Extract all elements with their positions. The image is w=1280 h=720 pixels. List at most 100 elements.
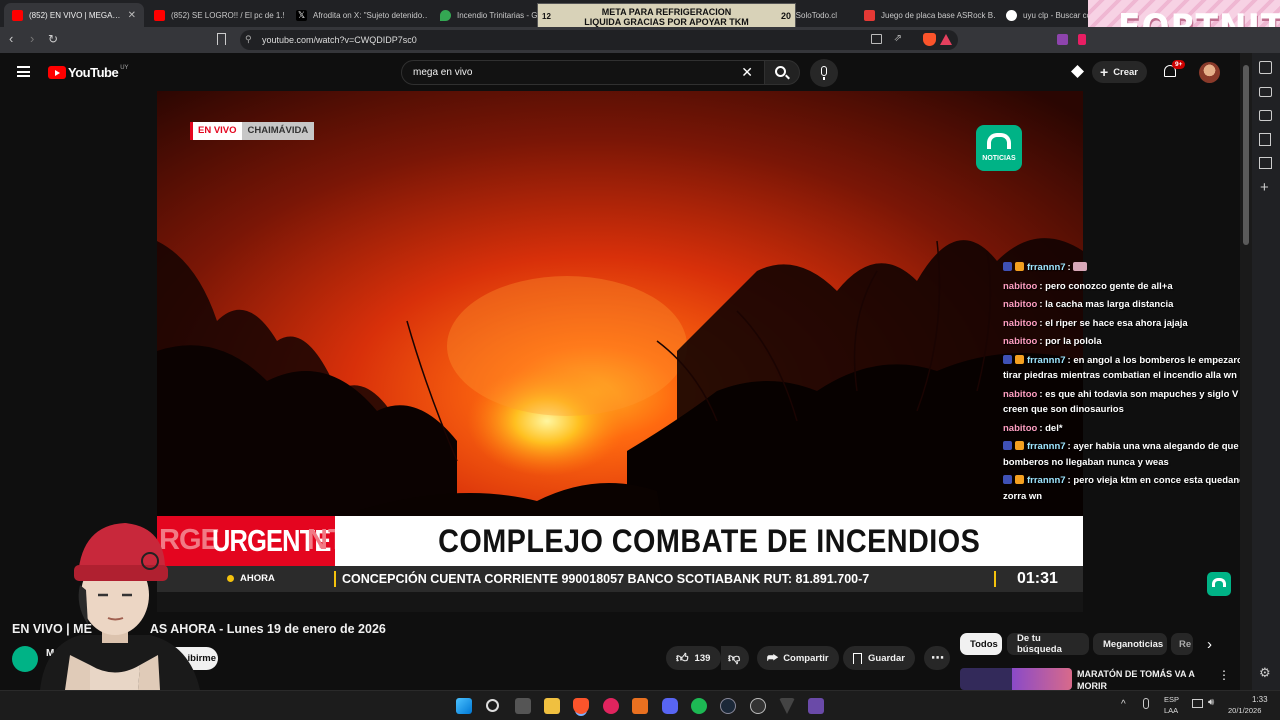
chat-text: del* xyxy=(1045,422,1063,434)
more-actions-button[interactable]: ⋯ xyxy=(924,646,950,670)
start-menu-icon[interactable] xyxy=(456,698,472,714)
discord-icon[interactable] xyxy=(662,698,678,714)
steam-icon[interactable] xyxy=(720,698,736,714)
chat-username: frrannn7 xyxy=(1027,475,1066,486)
menu-icon[interactable] xyxy=(17,66,30,77)
tab-title: (852) EN VIVO | MEGA… xyxy=(29,10,121,20)
chip-from-search[interactable]: De tu búsqueda xyxy=(1007,633,1089,655)
share-button[interactable]: ⮫ Compartir xyxy=(757,646,839,670)
search-input[interactable]: mega en vivo ✕ xyxy=(401,60,765,85)
donation-goal-overlay: 12 META PARA REFRIGERACION LIQUIDA GRACI… xyxy=(537,3,796,29)
search-button[interactable] xyxy=(764,60,800,85)
sidebar-leo-icon[interactable] xyxy=(1259,61,1272,74)
chat-message: nabitoo: pero conozco gente de all+a xyxy=(1003,280,1173,292)
tray-expand-icon[interactable]: ^ xyxy=(1121,699,1126,710)
sidebar-playlist-icon[interactable] xyxy=(1259,87,1272,97)
rec-thumbnail[interactable] xyxy=(960,668,1072,690)
tab-youtube-live[interactable]: (852) EN VIVO | MEGA… ✕ xyxy=(4,3,144,27)
moderator-badge-icon xyxy=(1003,475,1012,484)
create-button[interactable]: + Crear xyxy=(1092,61,1147,83)
tab-logro[interactable]: (852) SE LOGRO!! / El pc de 1.5… xyxy=(146,3,284,27)
moderator-badge-icon xyxy=(1003,354,1012,364)
save-button[interactable]: Guardar xyxy=(843,646,915,670)
brave-rewards-icon[interactable] xyxy=(940,34,952,45)
chip-related[interactable]: Re xyxy=(1171,633,1193,655)
subscriber-badge-icon xyxy=(1015,354,1024,364)
tab-google-search[interactable]: uyu clp - Buscar co… xyxy=(998,3,1090,27)
sidebar-wallet-icon[interactable] xyxy=(1259,110,1272,121)
location-label: CHAIMÁVIDA xyxy=(241,122,315,140)
share-page-icon[interactable]: ⇗ xyxy=(894,33,902,44)
volume-icon[interactable]: 🔊︎ xyxy=(1208,697,1214,708)
media-player-icon[interactable] xyxy=(603,698,619,714)
tab-x-post[interactable]: 𝕏 Afrodita on X: "Sujeto detenido… xyxy=(288,3,428,27)
app-purple-icon[interactable] xyxy=(808,698,824,714)
app-v-icon[interactable] xyxy=(779,698,795,714)
rec-title[interactable]: MARATÓN DE TOMÁS VA A MORIR xyxy=(1077,668,1202,689)
tab-title: (852) SE LOGRO!! / El pc de 1.5… xyxy=(171,10,284,20)
sidebar-reading-list-icon[interactable] xyxy=(1259,157,1272,169)
extension-icon[interactable] xyxy=(1057,34,1068,45)
address-bar[interactable]: ⚲ youtube.com/watch?v=CWQDIDP7sc0 ⇗ xyxy=(240,30,958,50)
keyboard-lang-2[interactable]: LAA xyxy=(1164,706,1178,715)
page-scrollbar[interactable] xyxy=(1240,53,1252,690)
account-avatar[interactable] xyxy=(1199,62,1220,83)
extension-gem-icon[interactable] xyxy=(1071,65,1084,78)
clock-date[interactable]: 20/1/2026 xyxy=(1228,706,1261,715)
search-taskbar-icon[interactable] xyxy=(486,699,499,712)
dislike-button[interactable]: 👎︎ xyxy=(721,646,749,670)
like-button[interactable]: 👍︎ 139 xyxy=(666,646,721,670)
site-info-icon[interactable]: ⚲ xyxy=(245,34,252,45)
spotify-icon[interactable] xyxy=(691,698,707,714)
close-tab-icon[interactable]: ✕ xyxy=(122,10,136,21)
youtube-logo[interactable]: YouTube UY xyxy=(48,65,129,80)
notifications-button[interactable]: 9+ xyxy=(1164,60,1186,77)
player-bottom-strip xyxy=(157,592,1083,612)
meganoticias-logo: NOTICIAS xyxy=(976,125,1022,171)
microphone-icon xyxy=(821,66,827,76)
brave-shield-icon[interactable] xyxy=(923,33,936,46)
tab-google-maps[interactable]: Incendio Trinitarias - Go… xyxy=(432,3,552,27)
ticker-text: CONCEPCIÓN CUENTA CORRIENTE 990018057 BA… xyxy=(342,572,870,586)
back-icon[interactable]: ‹ xyxy=(9,31,13,46)
chat-username: nabitoo xyxy=(1003,317,1038,329)
clear-search-icon[interactable]: ✕ xyxy=(741,64,753,81)
chip-all[interactable]: Todos xyxy=(960,633,1002,655)
chip-meganoticias[interactable]: Meganoticias xyxy=(1093,633,1167,655)
sidebar-settings-icon[interactable]: ⚙ xyxy=(1259,665,1271,681)
voice-search-button[interactable] xyxy=(810,59,838,87)
keyboard-lang-1[interactable]: ESP xyxy=(1164,695,1179,704)
rec-menu-icon[interactable]: ⋮ xyxy=(1218,668,1230,682)
chat-username: frrannn7 xyxy=(1027,441,1066,452)
network-icon[interactable] xyxy=(1192,699,1203,708)
task-view-icon[interactable] xyxy=(515,698,531,714)
bookmark-icon[interactable] xyxy=(217,33,226,45)
cast-icon[interactable] xyxy=(871,34,882,44)
video-player[interactable]: EN VIVO CHAIMÁVIDA NOTICIAS RGE URGENTE … xyxy=(157,91,1083,612)
reload-icon[interactable]: ↻ xyxy=(48,32,58,46)
tab-asrock[interactable]: Juego de placa base ASRock B… xyxy=(856,3,996,27)
moderator-badge-icon xyxy=(1003,262,1012,271)
chat-message: frrannn7: en angol a los bomberos le emp… xyxy=(1003,354,1257,381)
app-settings-icon[interactable] xyxy=(750,698,766,714)
thumbs-up-icon: 👍︎ xyxy=(676,650,689,665)
share-label: Compartir xyxy=(783,652,829,664)
chat-username: nabitoo xyxy=(1003,422,1038,434)
app-a-icon[interactable] xyxy=(632,698,648,714)
ticker-divider xyxy=(334,571,336,587)
extension-2-icon[interactable] xyxy=(1078,34,1086,45)
brave-browser-icon[interactable] xyxy=(573,698,589,714)
scrollbar-thumb[interactable] xyxy=(1243,65,1249,245)
share-icon: ⮫ xyxy=(767,650,779,665)
map-pin-icon xyxy=(440,9,451,21)
clock-time[interactable]: 1:33 xyxy=(1252,695,1268,704)
tray-mic-icon[interactable] xyxy=(1143,698,1149,709)
x-favicon-icon: 𝕏 xyxy=(296,9,307,21)
sidebar-bookmarks-icon[interactable] xyxy=(1259,133,1271,146)
chat-username: frrannn7 xyxy=(1027,262,1066,273)
forward-icon[interactable]: › xyxy=(30,31,34,46)
sidebar-add-icon[interactable]: + xyxy=(1260,179,1269,196)
ahora-dot-icon xyxy=(227,575,234,582)
chips-next-icon[interactable]: › xyxy=(1207,636,1212,653)
file-explorer-icon[interactable] xyxy=(544,698,560,714)
